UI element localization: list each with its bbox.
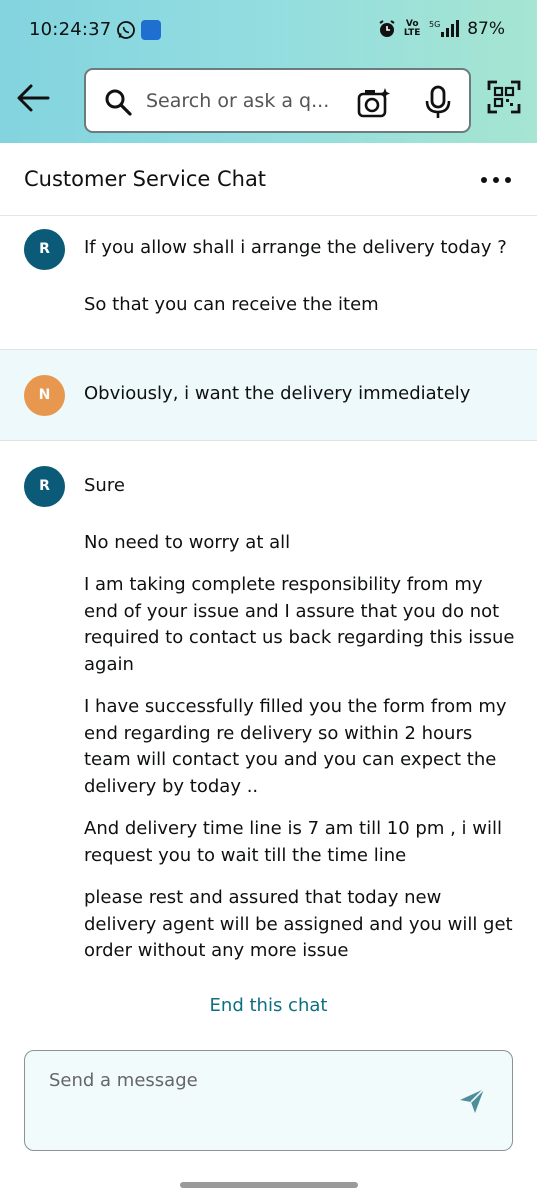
- signal-label: 5G: [429, 20, 440, 29]
- agent-avatar: R: [24, 466, 65, 507]
- message-agent: R Sure No need to worry at all I am taki…: [0, 441, 537, 991]
- message-agent: R If you allow shall i arrange the deliv…: [0, 216, 537, 350]
- microphone-icon[interactable]: [425, 85, 451, 119]
- search-placeholder: Search or ask a q...: [146, 90, 330, 112]
- alarm-icon: [379, 20, 395, 37]
- end-chat-link[interactable]: End this chat: [0, 995, 537, 1016]
- message-input[interactable]: Send a message: [24, 1050, 513, 1151]
- message-body: Sure No need to worry at all I am taking…: [84, 473, 519, 981]
- search-input[interactable]: Search or ask a q...: [84, 68, 471, 133]
- more-dots-icon[interactable]: [481, 177, 511, 183]
- volte-label: Vo LTE: [403, 19, 421, 38]
- app-header: 10:24:37 Vo LTE 5G 87% Search or ask a q…: [0, 0, 537, 143]
- chat-header: Customer Service Chat: [0, 143, 537, 216]
- status-time: 10:24:37: [29, 19, 112, 40]
- user-avatar: N: [24, 375, 65, 416]
- message-line: So that you can receive the item: [84, 293, 379, 315]
- status-right: Vo LTE 5G 87%: [377, 19, 505, 39]
- signal-icon: 5G: [429, 20, 460, 37]
- message-line: please rest and assured that today new d…: [84, 887, 513, 961]
- search-icon: [105, 89, 132, 116]
- camera-lens-icon[interactable]: [357, 86, 391, 118]
- status-bar: 10:24:37 Vo LTE 5G 87%: [0, 0, 537, 62]
- message-user: N Obviously, i want the delivery immedia…: [0, 350, 537, 441]
- scan-code-icon[interactable]: [487, 80, 521, 114]
- message-body: Obviously, i want the delivery immediate…: [84, 381, 519, 424]
- whatsapp-icon: [117, 21, 135, 39]
- notification-app-icon: [141, 20, 161, 40]
- message-body: If you allow shall i arrange the deliver…: [84, 235, 519, 334]
- message-placeholder: Send a message: [49, 1070, 198, 1091]
- message-line: Obviously, i want the delivery immediate…: [84, 383, 471, 404]
- message-line: I have successfully filled you the form …: [84, 696, 507, 797]
- home-indicator[interactable]: [180, 1182, 358, 1188]
- chat-title: Customer Service Chat: [24, 167, 267, 191]
- message-line: No need to worry at all: [84, 531, 291, 553]
- search-row: Search or ask a q...: [0, 62, 537, 143]
- agent-avatar: R: [24, 229, 65, 270]
- send-arrow-icon[interactable]: [458, 1087, 486, 1115]
- back-arrow-icon[interactable]: [16, 83, 50, 113]
- message-line: And delivery time line is 7 am till 10 p…: [84, 818, 503, 866]
- message-line: If you allow shall i arrange the deliver…: [84, 237, 507, 258]
- message-line: Sure: [84, 475, 125, 496]
- battery-level: 87%: [467, 19, 505, 39]
- message-line: I am taking complete responsibility from…: [84, 574, 515, 675]
